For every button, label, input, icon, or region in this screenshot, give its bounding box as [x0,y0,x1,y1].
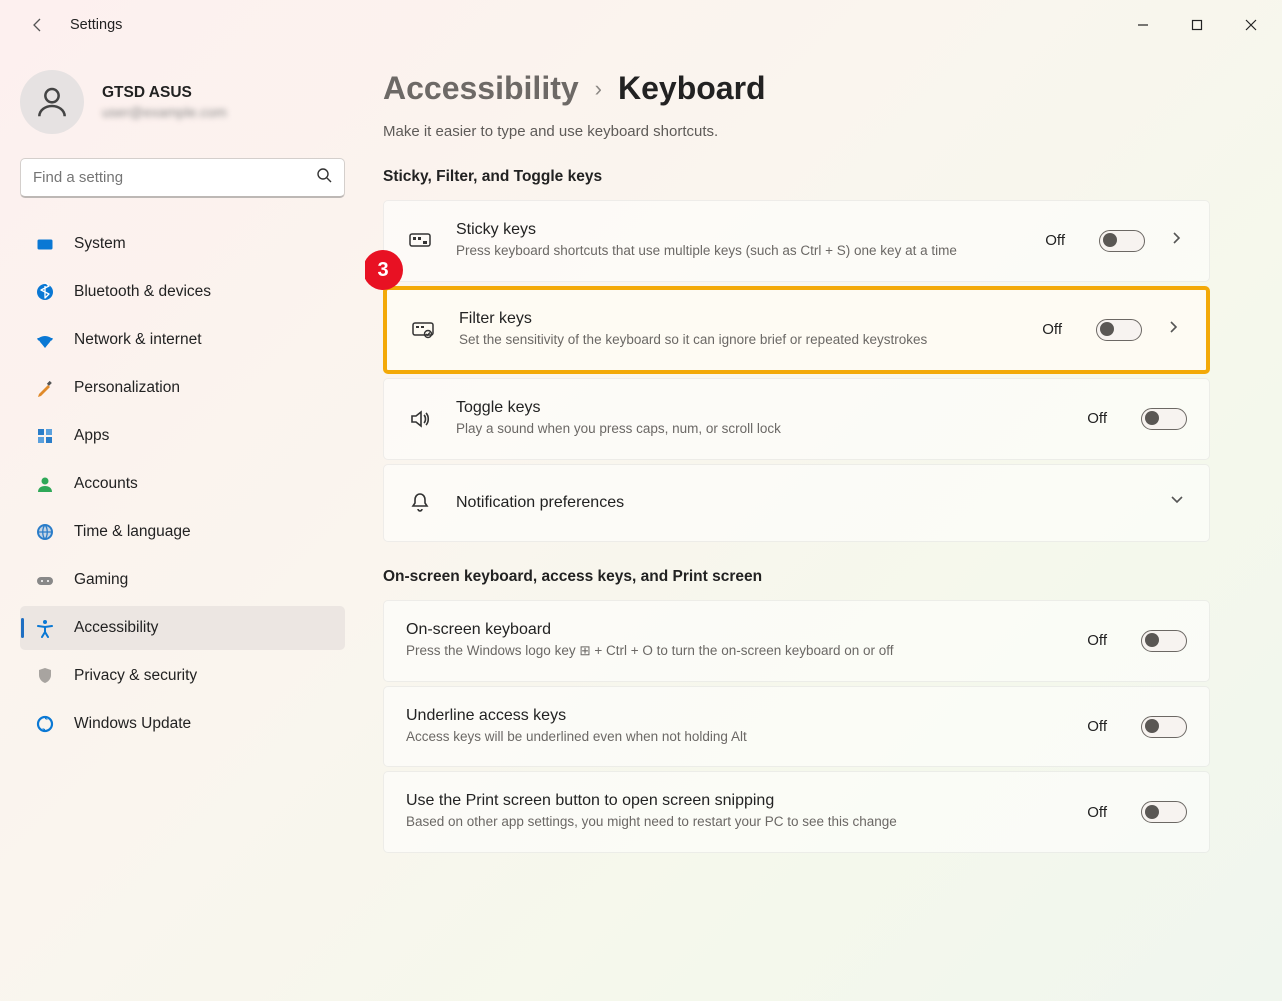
sidebar-item-bluetooth-devices[interactable]: Bluetooth & devices [20,270,345,314]
person-icon [34,473,56,495]
section-title: On-screen keyboard, access keys, and Pri… [383,568,1210,586]
sidebar-item-label: Network & internet [74,331,202,349]
back-button[interactable] [20,7,56,43]
setting-card-toggle-keys[interactable]: Toggle keys Play a sound when you press c… [383,378,1210,460]
card-description: Press keyboard shortcuts that use multip… [456,242,1023,261]
sidebar-item-label: Bluetooth & devices [74,283,211,301]
globe-icon [34,521,56,543]
breadcrumb-current: Keyboard [618,70,766,107]
card-title: On-screen keyboard [406,621,1065,639]
sidebar: GTSD ASUS user@example.com System Bluetoo… [0,50,365,1001]
toggle-state-label: Off [1042,321,1062,338]
sidebar-item-label: Gaming [74,571,128,589]
sidebar-item-label: Accessibility [74,619,158,637]
profile-block[interactable]: GTSD ASUS user@example.com [20,70,345,134]
sidebar-item-accessibility[interactable]: Accessibility [20,606,345,650]
bell-icon [406,491,434,515]
setting-card-notification-preferences[interactable]: Notification preferences [383,464,1210,542]
toggle-switch[interactable] [1141,630,1187,652]
profile-email: user@example.com [102,104,227,120]
toggle-switch[interactable] [1096,319,1142,341]
shield-icon [34,665,56,687]
card-description: Set the sensitivity of the keyboard so i… [459,331,1020,350]
avatar [20,70,84,134]
system-icon [34,233,56,255]
sidebar-item-label: Personalization [74,379,180,397]
brush-icon [34,377,56,399]
toggle-switch[interactable] [1141,716,1187,738]
toggle-state-label: Off [1045,232,1065,249]
toggle-state-label: Off [1087,804,1107,821]
main-content: Accessibility › Keyboard Make it easier … [365,50,1282,1001]
page-subtitle: Make it easier to type and use keyboard … [383,123,1210,140]
setting-card-filter-keys[interactable]: Filter keys Set the sensitivity of the ke… [383,286,1210,374]
minimize-button[interactable] [1116,5,1170,45]
search-input[interactable] [33,169,316,186]
toggle-state-label: Off [1087,632,1107,649]
card-title: Underline access keys [406,707,1065,725]
sidebar-item-system[interactable]: System [20,222,345,266]
section-title: Sticky, Filter, and Toggle keys [383,168,1210,186]
sidebar-item-label: Accounts [74,475,138,493]
toggle-state-label: Off [1087,410,1107,427]
close-button[interactable] [1224,5,1278,45]
sidebar-item-network-internet[interactable]: Network & internet [20,318,345,362]
sidebar-item-time-language[interactable]: Time & language [20,510,345,554]
update-icon [34,713,56,735]
setting-card-underline-access-keys[interactable]: Underline access keys Access keys will be… [383,686,1210,768]
callout-badge: 3 [365,250,403,290]
card-title: Filter keys [459,310,1020,328]
toggle-state-label: Off [1087,718,1107,735]
sidebar-item-apps[interactable]: Apps [20,414,345,458]
filter-icon [409,318,437,342]
sidebar-item-windows-update[interactable]: Windows Update [20,702,345,746]
sidebar-item-privacy-security[interactable]: Privacy & security [20,654,345,698]
sticky-icon [406,229,434,253]
window-title: Settings [70,17,122,33]
accessibility-icon [34,617,56,639]
setting-card-on-screen-keyboard[interactable]: On-screen keyboard Press the Windows logo… [383,600,1210,682]
sidebar-item-gaming[interactable]: Gaming [20,558,345,602]
card-group: On-screen keyboard Press the Windows logo… [383,600,1210,854]
search-icon [316,167,332,188]
search-box[interactable] [20,158,345,198]
sidebar-item-label: Privacy & security [74,667,197,685]
chevron-right-icon: › [595,76,602,102]
chevron-right-icon[interactable] [1164,320,1184,339]
nav-list: System Bluetooth & devices Network & inter… [20,222,345,746]
setting-card-use-the-print-screen-button-to-open-screen-snipping[interactable]: Use the Print screen button to open scre… [383,771,1210,853]
chevron-down-icon[interactable] [1167,493,1187,512]
toggle-switch[interactable] [1141,408,1187,430]
gamepad-icon [34,569,56,591]
setting-card-sticky-keys[interactable]: Sticky keys Press keyboard shortcuts that… [383,200,1210,282]
sidebar-item-label: Windows Update [74,715,191,733]
titlebar: Settings [0,0,1282,50]
card-description: Press the Windows logo key ⊞ + Ctrl + O … [406,642,1065,661]
bluetooth-icon [34,281,56,303]
card-description: Play a sound when you press caps, num, o… [456,420,1065,439]
wifi-icon [34,329,56,351]
card-title: Sticky keys [456,221,1023,239]
apps-icon [34,425,56,447]
sound-icon [406,407,434,431]
breadcrumb: Accessibility › Keyboard [383,70,1210,107]
sidebar-item-label: System [74,235,126,253]
window-controls [1116,5,1278,45]
chevron-right-icon[interactable] [1167,231,1187,250]
card-title: Toggle keys [456,399,1065,417]
toggle-switch[interactable] [1141,801,1187,823]
profile-name: GTSD ASUS [102,84,227,102]
card-title: Notification preferences [456,494,1145,512]
breadcrumb-parent[interactable]: Accessibility [383,70,579,107]
sidebar-item-accounts[interactable]: Accounts [20,462,345,506]
sidebar-item-label: Time & language [74,523,191,541]
sidebar-item-label: Apps [74,427,109,445]
maximize-button[interactable] [1170,5,1224,45]
card-description: Based on other app settings, you might n… [406,813,1065,832]
card-group: 3Sticky keysPress keyboard shortcuts tha… [383,200,1210,542]
card-description: Access keys will be underlined even when… [406,728,1065,747]
toggle-switch[interactable] [1099,230,1145,252]
sidebar-item-personalization[interactable]: Personalization [20,366,345,410]
card-title: Use the Print screen button to open scre… [406,792,1065,810]
